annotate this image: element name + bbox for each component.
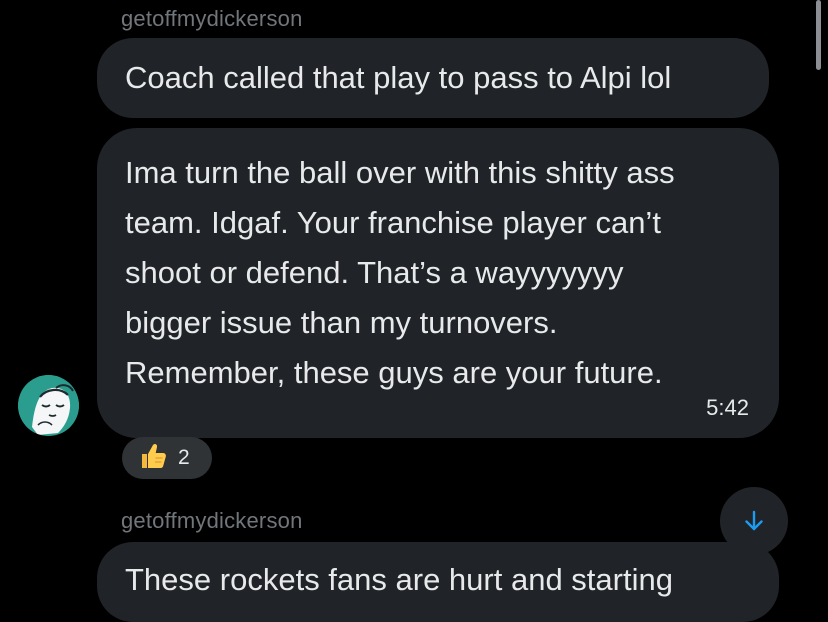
scrollbar-thumb[interactable] (816, 0, 821, 70)
arrow-down-icon (745, 510, 763, 531)
reaction-pill[interactable]: 2 (122, 437, 212, 479)
scroll-to-bottom-button[interactable] (720, 487, 788, 555)
message-text-line: Remember, these guys are your future. (125, 355, 663, 390)
message-bubble[interactable]: Ima turn the ball over with this shitty … (97, 128, 779, 438)
message-text-line: bigger issue than my turnovers. (125, 305, 558, 340)
message-text: These rockets fans are hurt and starting (125, 562, 673, 597)
message-text-line: Ima turn the ball over with this shitty … (125, 155, 675, 190)
message-text: Coach called that play to pass to Alpi l… (125, 60, 672, 95)
sender-username: getoffmydickerson (121, 508, 303, 533)
avatar[interactable] (18, 375, 79, 436)
message-text-line: team. Idgaf. Your franchise player can’t (125, 205, 661, 240)
reaction-count: 2 (178, 446, 190, 469)
avatar-illustration (18, 375, 79, 436)
message-bubble[interactable]: Coach called that play to pass to Alpi l… (97, 38, 769, 118)
sender-username: getoffmydickerson (121, 6, 303, 31)
message-timestamp: 5:42 (706, 395, 749, 420)
message-bubble[interactable]: These rockets fans are hurt and starting (97, 542, 779, 622)
message-text-line: shoot or defend. That’s a wayyyyyyy (125, 255, 624, 290)
thumbs-up-icon (138, 441, 168, 476)
